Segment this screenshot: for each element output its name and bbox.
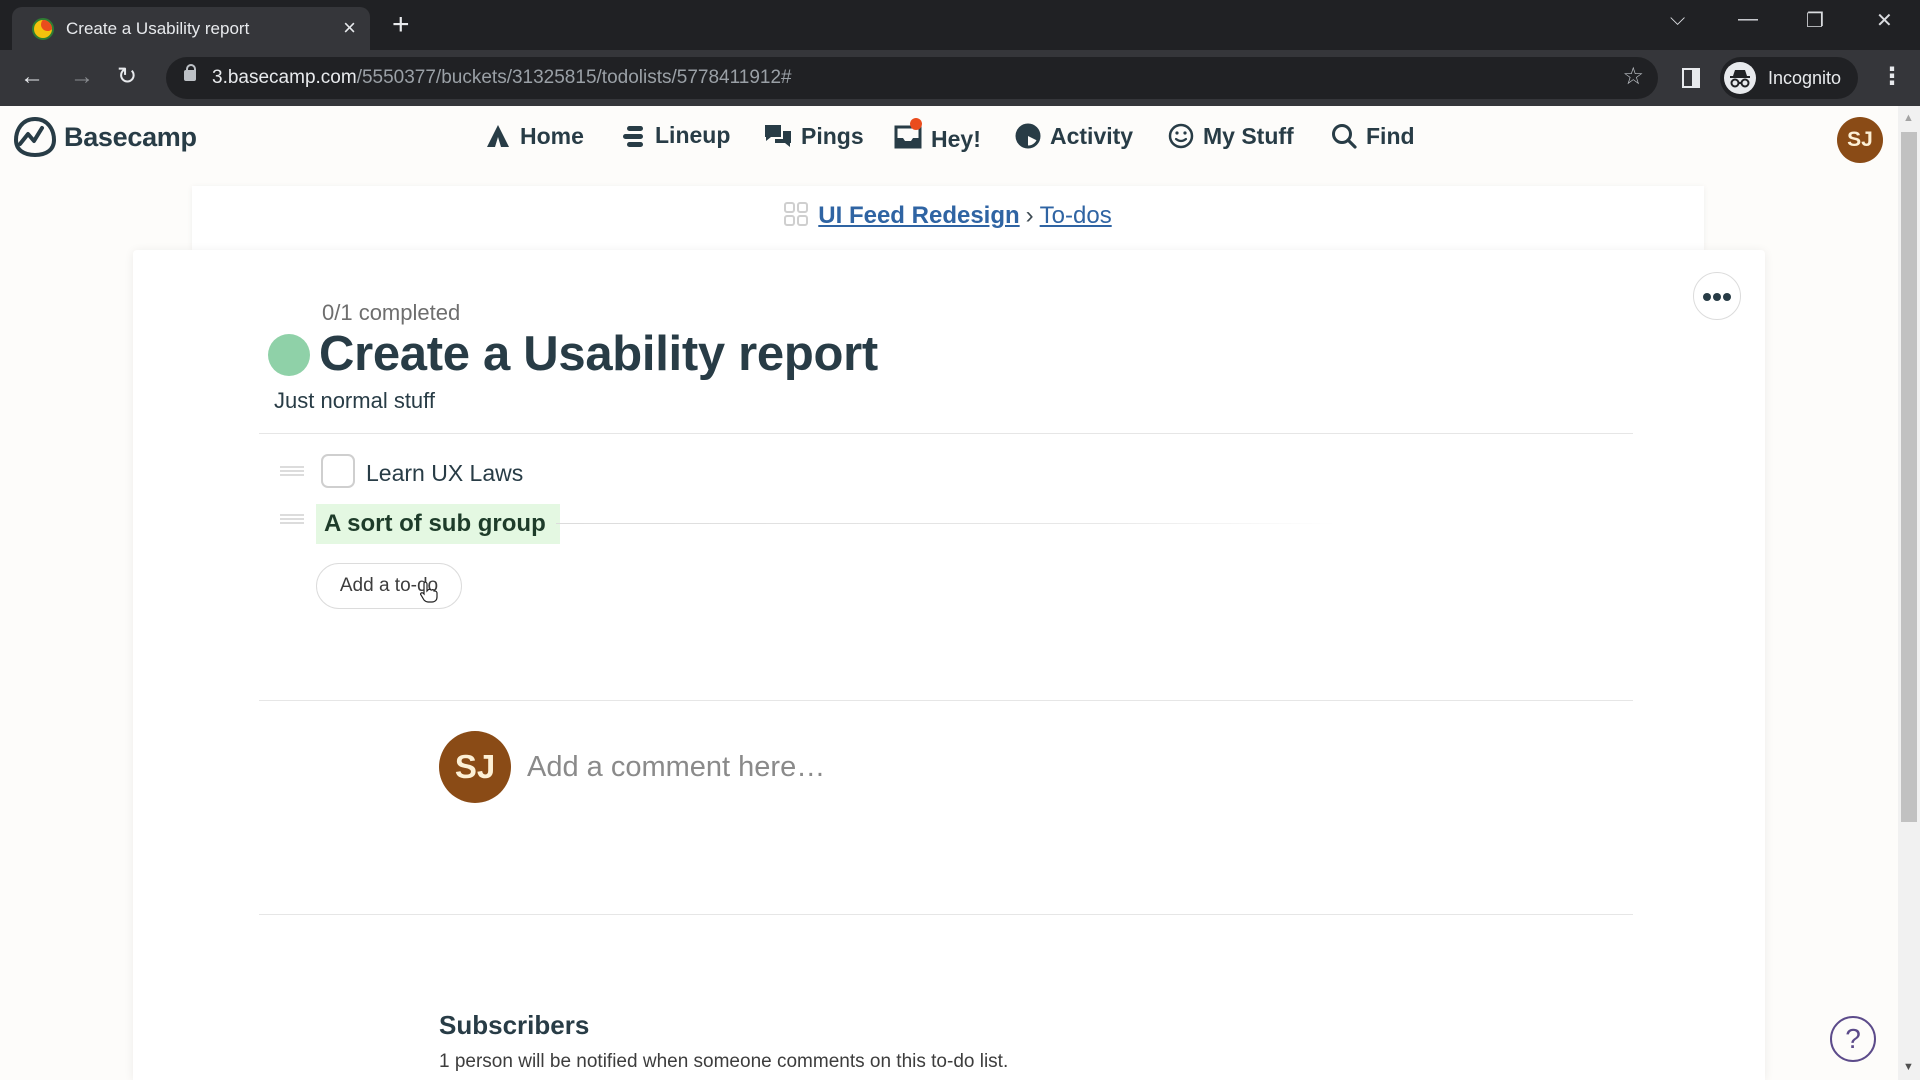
todolist-description: Just normal stuff [274,388,435,413]
profile-label: Incognito [1768,68,1842,88]
tab-search-icon[interactable]: ⌵ [1670,8,1685,31]
scroll-thumb[interactable] [1901,132,1917,822]
tab-close-icon[interactable]: × [343,15,356,41]
add-todo-button[interactable]: Add a to-do [316,563,462,609]
hey-icon-wrap [893,118,931,156]
browser-menu-icon[interactable]: ⋮ [1880,62,1904,91]
url-text[interactable]: 3.basecamp.com/5550377/buckets/31325815/… [212,67,792,89]
lock-icon[interactable] [184,64,196,81]
url-path: /5550377/buckets/31325815/todolists/5778… [356,67,792,88]
window-close-button[interactable]: ✕ [1876,8,1893,33]
nav-hey[interactable]: Hey! [893,118,981,156]
address-bar[interactable]: 3.basecamp.com/5550377/buckets/31325815/… [166,57,1658,99]
nav-activity-label: Activity [1050,122,1134,149]
new-tab-button[interactable]: + [392,10,410,40]
completion-status: 0/1 completed [322,300,461,325]
incognito-icon [1724,62,1756,94]
divider [259,700,1633,701]
todolist-title[interactable]: Create a Usability report [319,326,878,382]
basecamp-favicon-icon [32,18,54,40]
nav-find-label: Find [1366,122,1415,149]
breadcrumb-card: UI Feed Redesign › To-dos [192,186,1704,250]
group-divider [556,523,1336,524]
tab-title: Create a Usability report [66,19,250,38]
nav-home[interactable]: Home [484,122,584,150]
browser-tab-active[interactable]: Create a Usability report × [12,7,370,50]
comment-input[interactable] [527,744,1527,790]
nav-lineup-label: Lineup [655,122,731,148]
smiley-icon [1168,123,1194,149]
side-panel-icon[interactable] [1682,68,1700,88]
nav-my-stuff[interactable]: My Stuff [1167,122,1294,150]
project-grid-icon [784,202,809,226]
brand-name: Basecamp [64,121,197,152]
subscribers-heading: Subscribers [439,1010,590,1040]
more-dot-icon [1703,293,1711,301]
notification-dot [910,118,922,130]
more-dot-icon [1723,293,1731,301]
nav-hey-label: Hey! [931,125,981,152]
comment-avatar: SJ [439,731,511,803]
breadcrumb-todos-link[interactable]: To-dos [1040,202,1112,229]
todo-item-label[interactable]: Learn UX Laws [366,460,523,487]
home-icon [487,125,509,147]
bookmark-star-icon[interactable]: ☆ [1622,62,1644,91]
minimize-button[interactable]: — [1738,8,1758,31]
more-dot-icon [1713,293,1721,301]
back-button[interactable]: ← [20,62,44,92]
help-button[interactable]: ? [1830,1016,1876,1062]
page-scrollbar[interactable]: ▲ ▼ [1898,106,1920,1080]
subscribers-note: 1 person will be notified when someone c… [439,1051,1009,1072]
nav-pings-label: Pings [801,122,864,149]
restore-button[interactable]: ❐ [1806,8,1824,33]
browser-toolbar: ← → ↻ 3.basecamp.com/5550377/buckets/313… [0,50,1920,106]
drag-handle-icon[interactable] [280,514,304,524]
scroll-down-icon[interactable]: ▼ [1903,1061,1914,1073]
reload-button[interactable]: ↻ [117,62,137,92]
drag-handle-icon[interactable] [280,466,304,476]
breadcrumb-project-link[interactable]: UI Feed Redesign [818,202,1019,229]
lineup-icon [623,125,643,147]
divider [259,914,1633,915]
basecamp-logo-icon [13,116,57,158]
nav-home-label: Home [520,122,584,149]
app-navbar: Basecamp Home Lineup Pings Hey! Activity… [0,106,1898,170]
divider [259,433,1633,434]
activity-icon [1015,123,1041,149]
nav-activity[interactable]: Activity [1014,122,1133,150]
nav-find[interactable]: Find [1330,122,1415,150]
scroll-up-icon[interactable]: ▲ [1903,112,1914,124]
breadcrumb: UI Feed Redesign › To-dos [192,202,1704,230]
todolist-card: 0/1 completed Create a Usability report … [133,250,1765,1080]
incognito-profile-button[interactable]: Incognito [1720,57,1858,99]
nav-my-stuff-label: My Stuff [1203,122,1294,149]
nav-lineup[interactable]: Lineup [621,122,730,149]
user-avatar[interactable]: SJ [1837,117,1883,163]
nav-pings[interactable]: Pings [763,122,864,150]
todo-checkbox[interactable] [321,454,355,488]
breadcrumb-separator: › [1025,202,1034,229]
pings-icon [765,125,791,147]
list-color-dot [268,334,310,376]
forward-button[interactable]: → [70,62,94,92]
browser-tabstrip: Create a Usability report × + ⌵ — ❐ ✕ [0,0,1920,50]
todo-group-heading[interactable]: A sort of sub group [316,504,560,544]
url-host: 3.basecamp.com [212,67,357,88]
search-icon [1332,124,1357,149]
hand-cursor-icon [420,581,438,603]
more-options-button[interactable] [1693,272,1741,320]
basecamp-logo[interactable]: Basecamp [12,116,197,158]
